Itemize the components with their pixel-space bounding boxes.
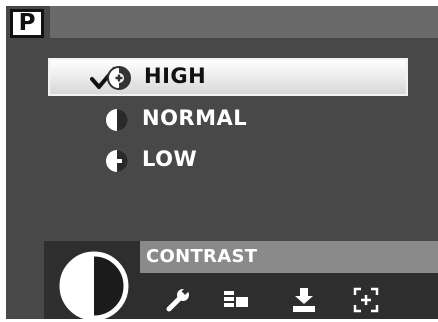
option-high[interactable]: HIGH	[48, 58, 408, 96]
contrast-normal-icon	[106, 109, 128, 131]
option-normal[interactable]: NORMAL	[48, 102, 408, 140]
option-normal-label: NORMAL	[142, 106, 248, 130]
option-low-label: LOW	[142, 147, 198, 171]
focus-frame-icon[interactable]	[352, 286, 380, 314]
download-icon[interactable]	[290, 286, 318, 314]
grid-icon[interactable]	[222, 286, 250, 314]
wrench-icon[interactable]	[164, 286, 192, 314]
contrast-high-icon	[107, 66, 131, 90]
contrast-icon	[59, 251, 129, 321]
option-high-label: HIGH	[144, 64, 207, 88]
contrast-title: CONTRAST	[146, 246, 258, 267]
option-low[interactable]: LOW	[48, 143, 408, 181]
contrast-low-icon	[106, 150, 128, 172]
